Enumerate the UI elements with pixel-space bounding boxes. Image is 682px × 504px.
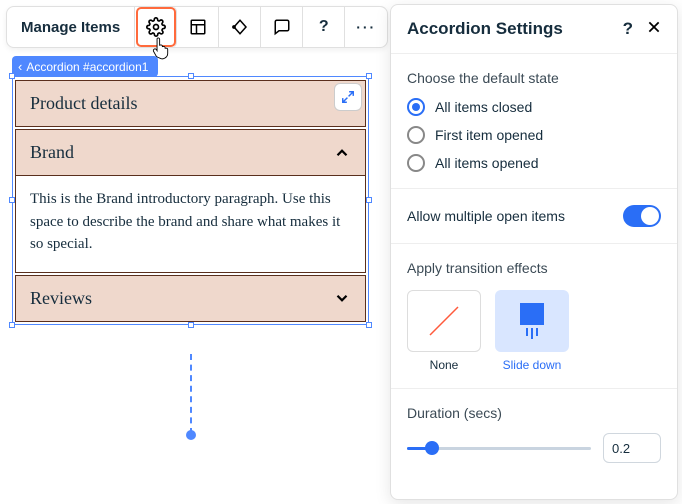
- radio-all-closed[interactable]: All items closed: [407, 98, 661, 116]
- guide-handle[interactable]: [186, 430, 196, 440]
- breadcrumb[interactable]: Accordion #accordion1: [12, 56, 158, 77]
- comment-button[interactable]: [261, 6, 303, 48]
- settings-panel: Accordion Settings ? Choose the default …: [390, 4, 678, 500]
- transition-slide-label: Slide down: [495, 358, 569, 372]
- allow-multiple-toggle[interactable]: [623, 205, 661, 227]
- none-icon: [424, 301, 464, 341]
- top-toolbar: Manage Items ? ···: [6, 6, 388, 48]
- accordion-title: Brand: [30, 142, 74, 163]
- layout-icon: [189, 18, 207, 36]
- transition-none[interactable]: None: [407, 290, 481, 372]
- accordion-item[interactable]: Brand This is the Brand introductory par…: [15, 129, 366, 273]
- question-icon: ?: [319, 18, 329, 36]
- panel-close-button[interactable]: [647, 19, 661, 39]
- expand-stage-button[interactable]: [334, 83, 362, 111]
- accordion-component[interactable]: Product details Brand This is the Brand …: [12, 76, 369, 325]
- slide-icon: [520, 303, 544, 325]
- accordion-header[interactable]: Brand: [16, 130, 365, 175]
- settings-button[interactable]: [135, 6, 177, 48]
- default-state-label: Choose the default state: [407, 70, 661, 86]
- more-button[interactable]: ···: [345, 6, 387, 48]
- comment-icon: [273, 18, 291, 36]
- layout-button[interactable]: [177, 6, 219, 48]
- allow-multiple-label: Allow multiple open items: [407, 208, 565, 224]
- expand-icon: [341, 90, 355, 104]
- accordion-item[interactable]: Product details: [15, 80, 366, 127]
- radio-all-opened[interactable]: All items opened: [407, 154, 661, 172]
- canvas: Product details Brand This is the Brand …: [12, 76, 369, 325]
- radio-label: All items closed: [435, 99, 532, 115]
- duration-label: Duration (secs): [407, 405, 661, 421]
- manage-items-button[interactable]: Manage Items: [7, 7, 135, 47]
- accordion-header[interactable]: Reviews: [16, 276, 365, 321]
- accordion-body: This is the Brand introductory paragraph…: [16, 175, 365, 272]
- chevron-up-icon: [333, 144, 351, 162]
- accordion-header[interactable]: Product details: [16, 81, 365, 126]
- panel-help-button[interactable]: ?: [623, 19, 633, 39]
- duration-input[interactable]: 0.2: [603, 433, 661, 463]
- radio-label: All items opened: [435, 155, 539, 171]
- animation-icon: [231, 18, 249, 36]
- close-icon: [647, 20, 661, 34]
- panel-header: Accordion Settings ?: [391, 5, 677, 54]
- transition-none-label: None: [407, 358, 481, 372]
- gear-icon: [146, 17, 166, 37]
- animation-button[interactable]: [219, 6, 261, 48]
- radio-first-opened[interactable]: First item opened: [407, 126, 661, 144]
- duration-slider[interactable]: [407, 438, 591, 458]
- vertical-guide: [190, 354, 192, 434]
- more-icon: ···: [356, 19, 376, 35]
- chevron-down-icon: [333, 289, 351, 307]
- accordion-title: Reviews: [30, 288, 92, 309]
- radio-label: First item opened: [435, 127, 543, 143]
- accordion-item[interactable]: Reviews: [15, 275, 366, 322]
- accordion-title: Product details: [30, 93, 137, 114]
- help-button[interactable]: ?: [303, 6, 345, 48]
- transition-slide-down[interactable]: Slide down: [495, 290, 569, 372]
- panel-title: Accordion Settings: [407, 19, 563, 39]
- transition-label: Apply transition effects: [407, 260, 661, 276]
